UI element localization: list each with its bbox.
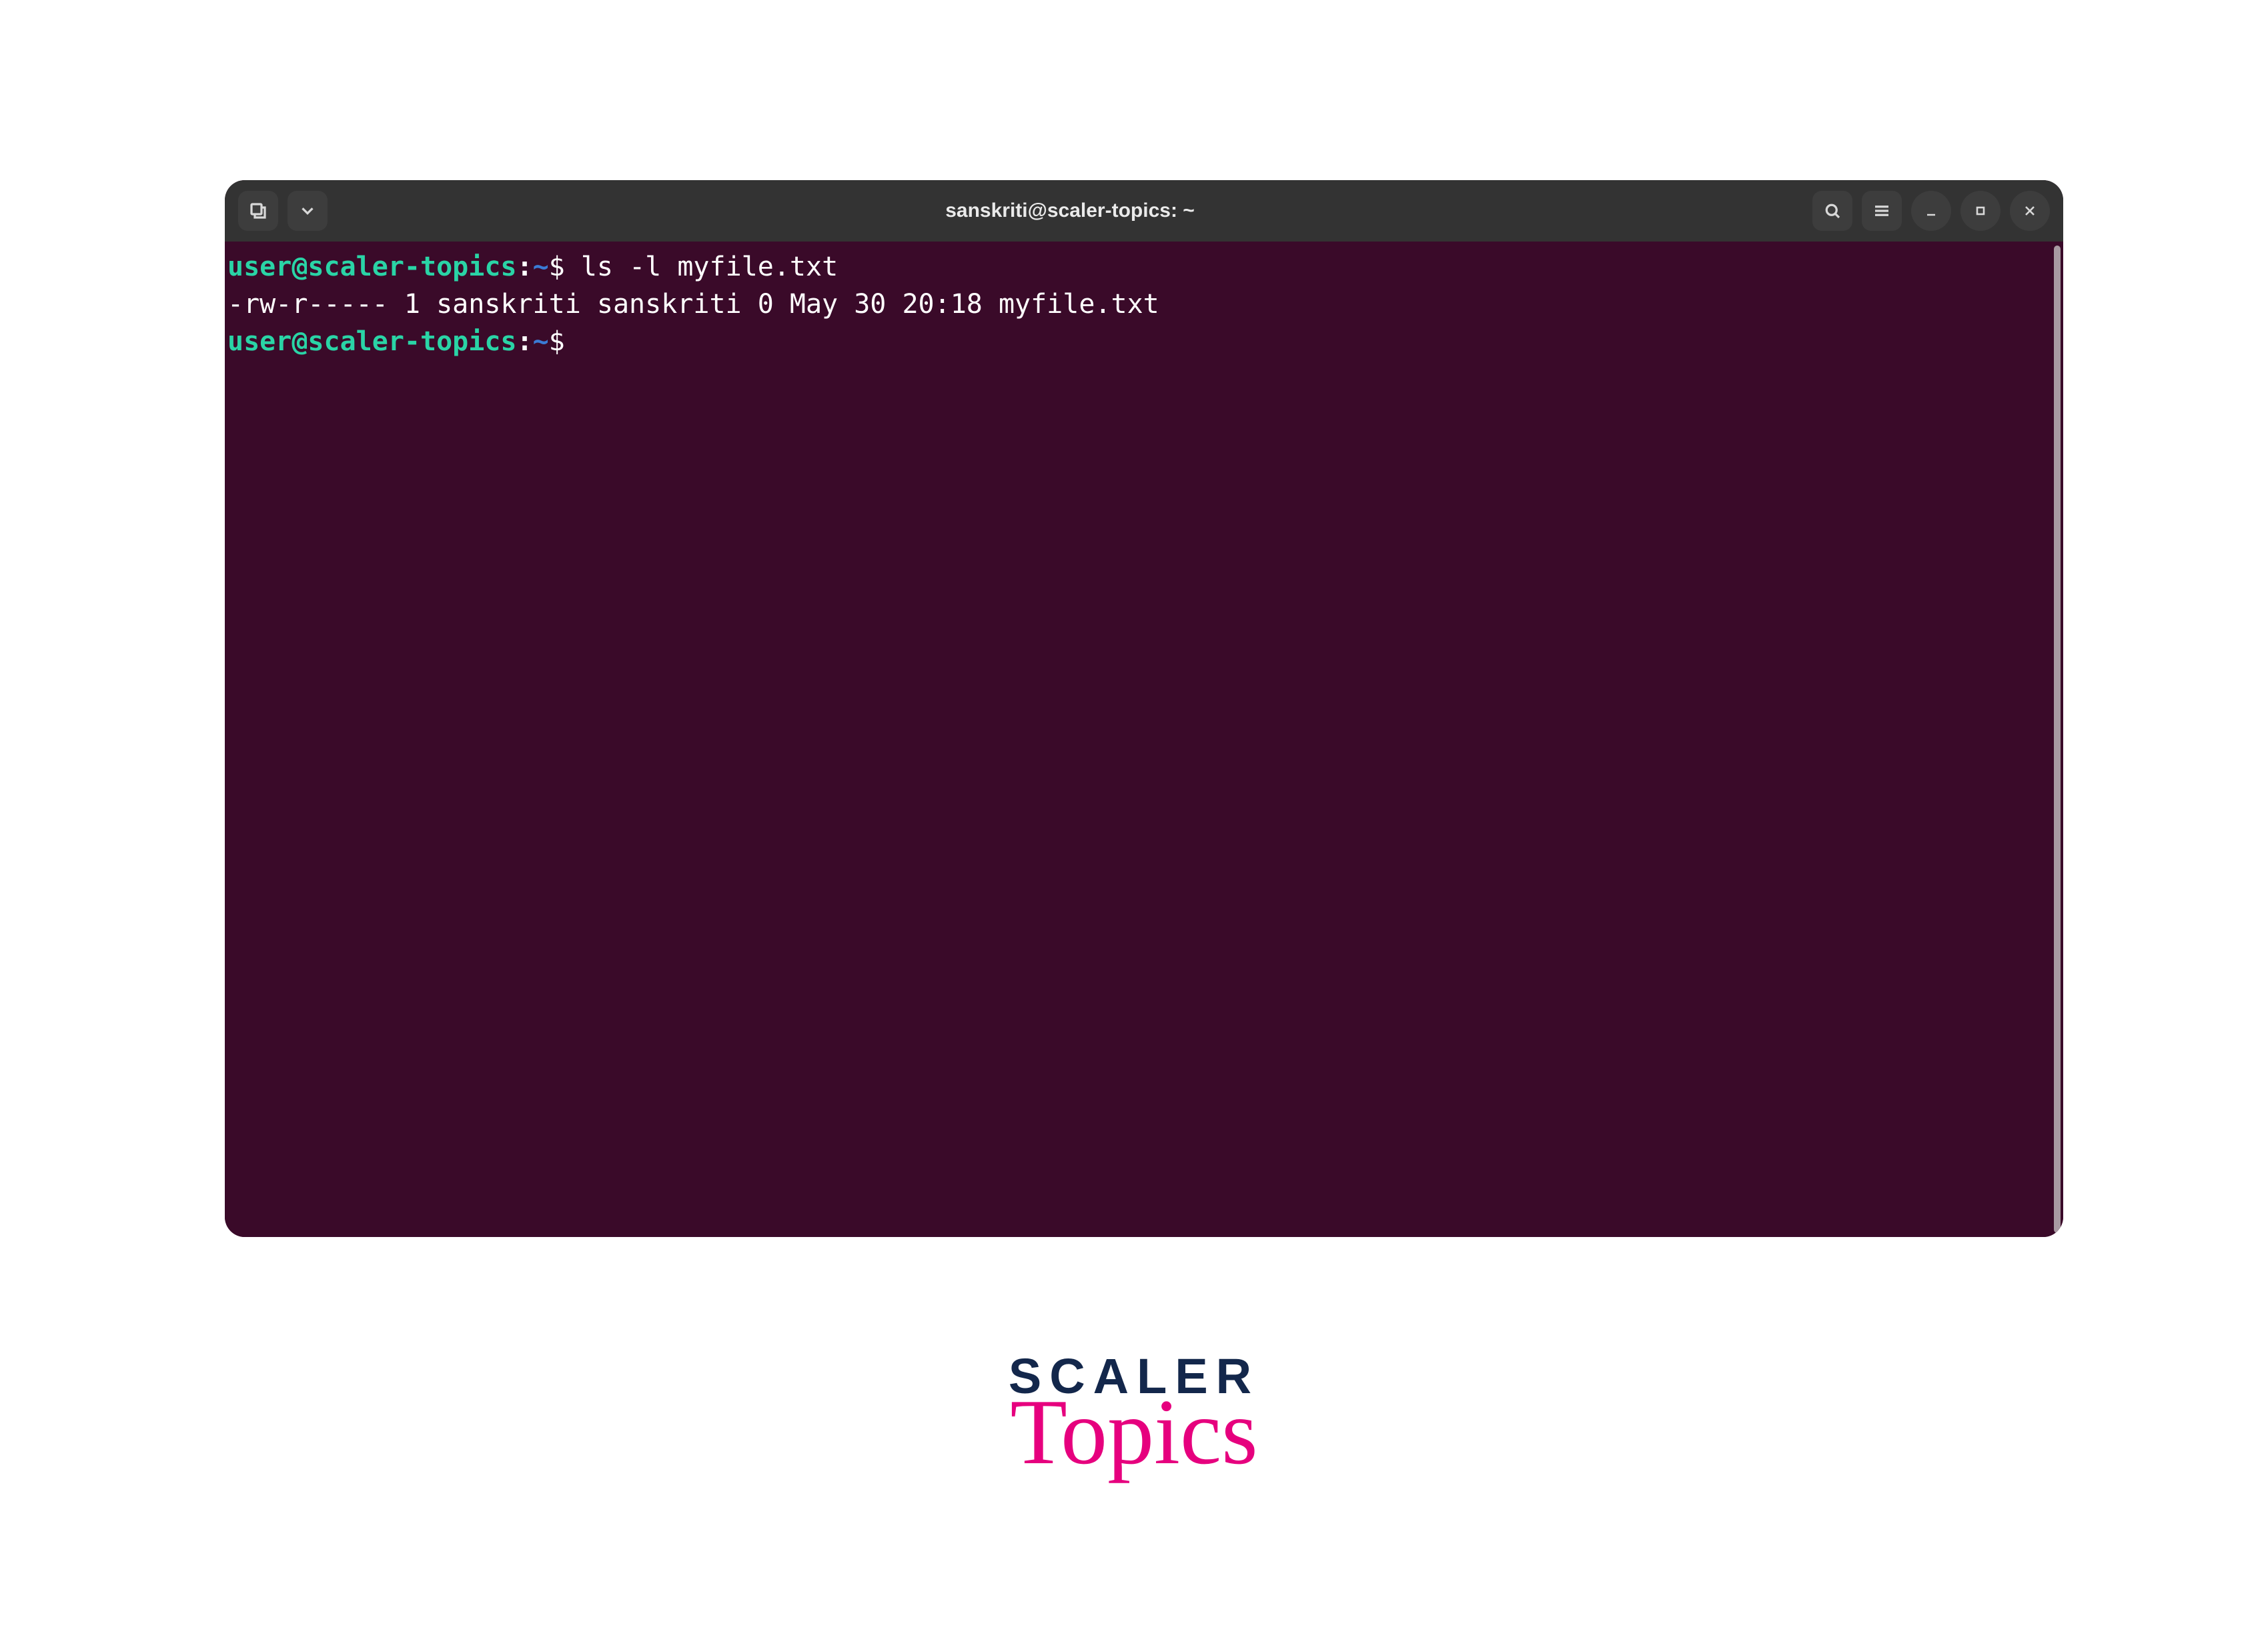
titlebar: sanskriti@scaler-topics: ~: [225, 180, 2063, 242]
minimize-button[interactable]: [1911, 191, 1951, 231]
terminal-window: sanskriti@scaler-topics: ~: [225, 180, 2063, 1237]
scrollbar[interactable]: [2054, 246, 2061, 1233]
search-button[interactable]: [1812, 191, 1852, 231]
new-tab-icon: [248, 201, 268, 221]
chevron-down-icon: [298, 201, 318, 221]
logo-text-bottom: Topics: [1009, 1386, 1259, 1479]
prompt-user: user@scaler-topics: [227, 326, 516, 357]
prompt-dollar: $: [549, 326, 565, 357]
tab-dropdown-button[interactable]: [288, 191, 328, 231]
command-text: ls -l myfile.txt: [565, 252, 838, 282]
window-title: sanskriti@scaler-topics: ~: [337, 199, 1803, 222]
prompt-colon: :: [516, 252, 532, 282]
new-tab-button[interactable]: [238, 191, 278, 231]
prompt-dollar: $: [549, 252, 565, 282]
search-icon: [1822, 201, 1842, 221]
maximize-button[interactable]: [1960, 191, 2001, 231]
minimize-icon: [1923, 203, 1939, 219]
prompt-colon: :: [516, 326, 532, 357]
prompt-tilde: ~: [533, 326, 549, 357]
terminal-body[interactable]: user@scaler-topics:~$ ls -l myfile.txt -…: [225, 242, 2063, 1237]
close-icon: [2022, 203, 2038, 219]
prompt-tilde: ~: [533, 252, 549, 282]
output-line: -rw-r----- 1 sanskriti sanskriti 0 May 3…: [227, 289, 1159, 320]
prompt-user: user@scaler-topics: [227, 252, 516, 282]
scaler-topics-logo: SCALER Topics: [1009, 1348, 1259, 1479]
titlebar-right: [1812, 191, 2050, 231]
close-button[interactable]: [2010, 191, 2050, 231]
menu-button[interactable]: [1862, 191, 1902, 231]
maximize-icon: [1972, 203, 1989, 219]
hamburger-icon: [1872, 201, 1892, 221]
